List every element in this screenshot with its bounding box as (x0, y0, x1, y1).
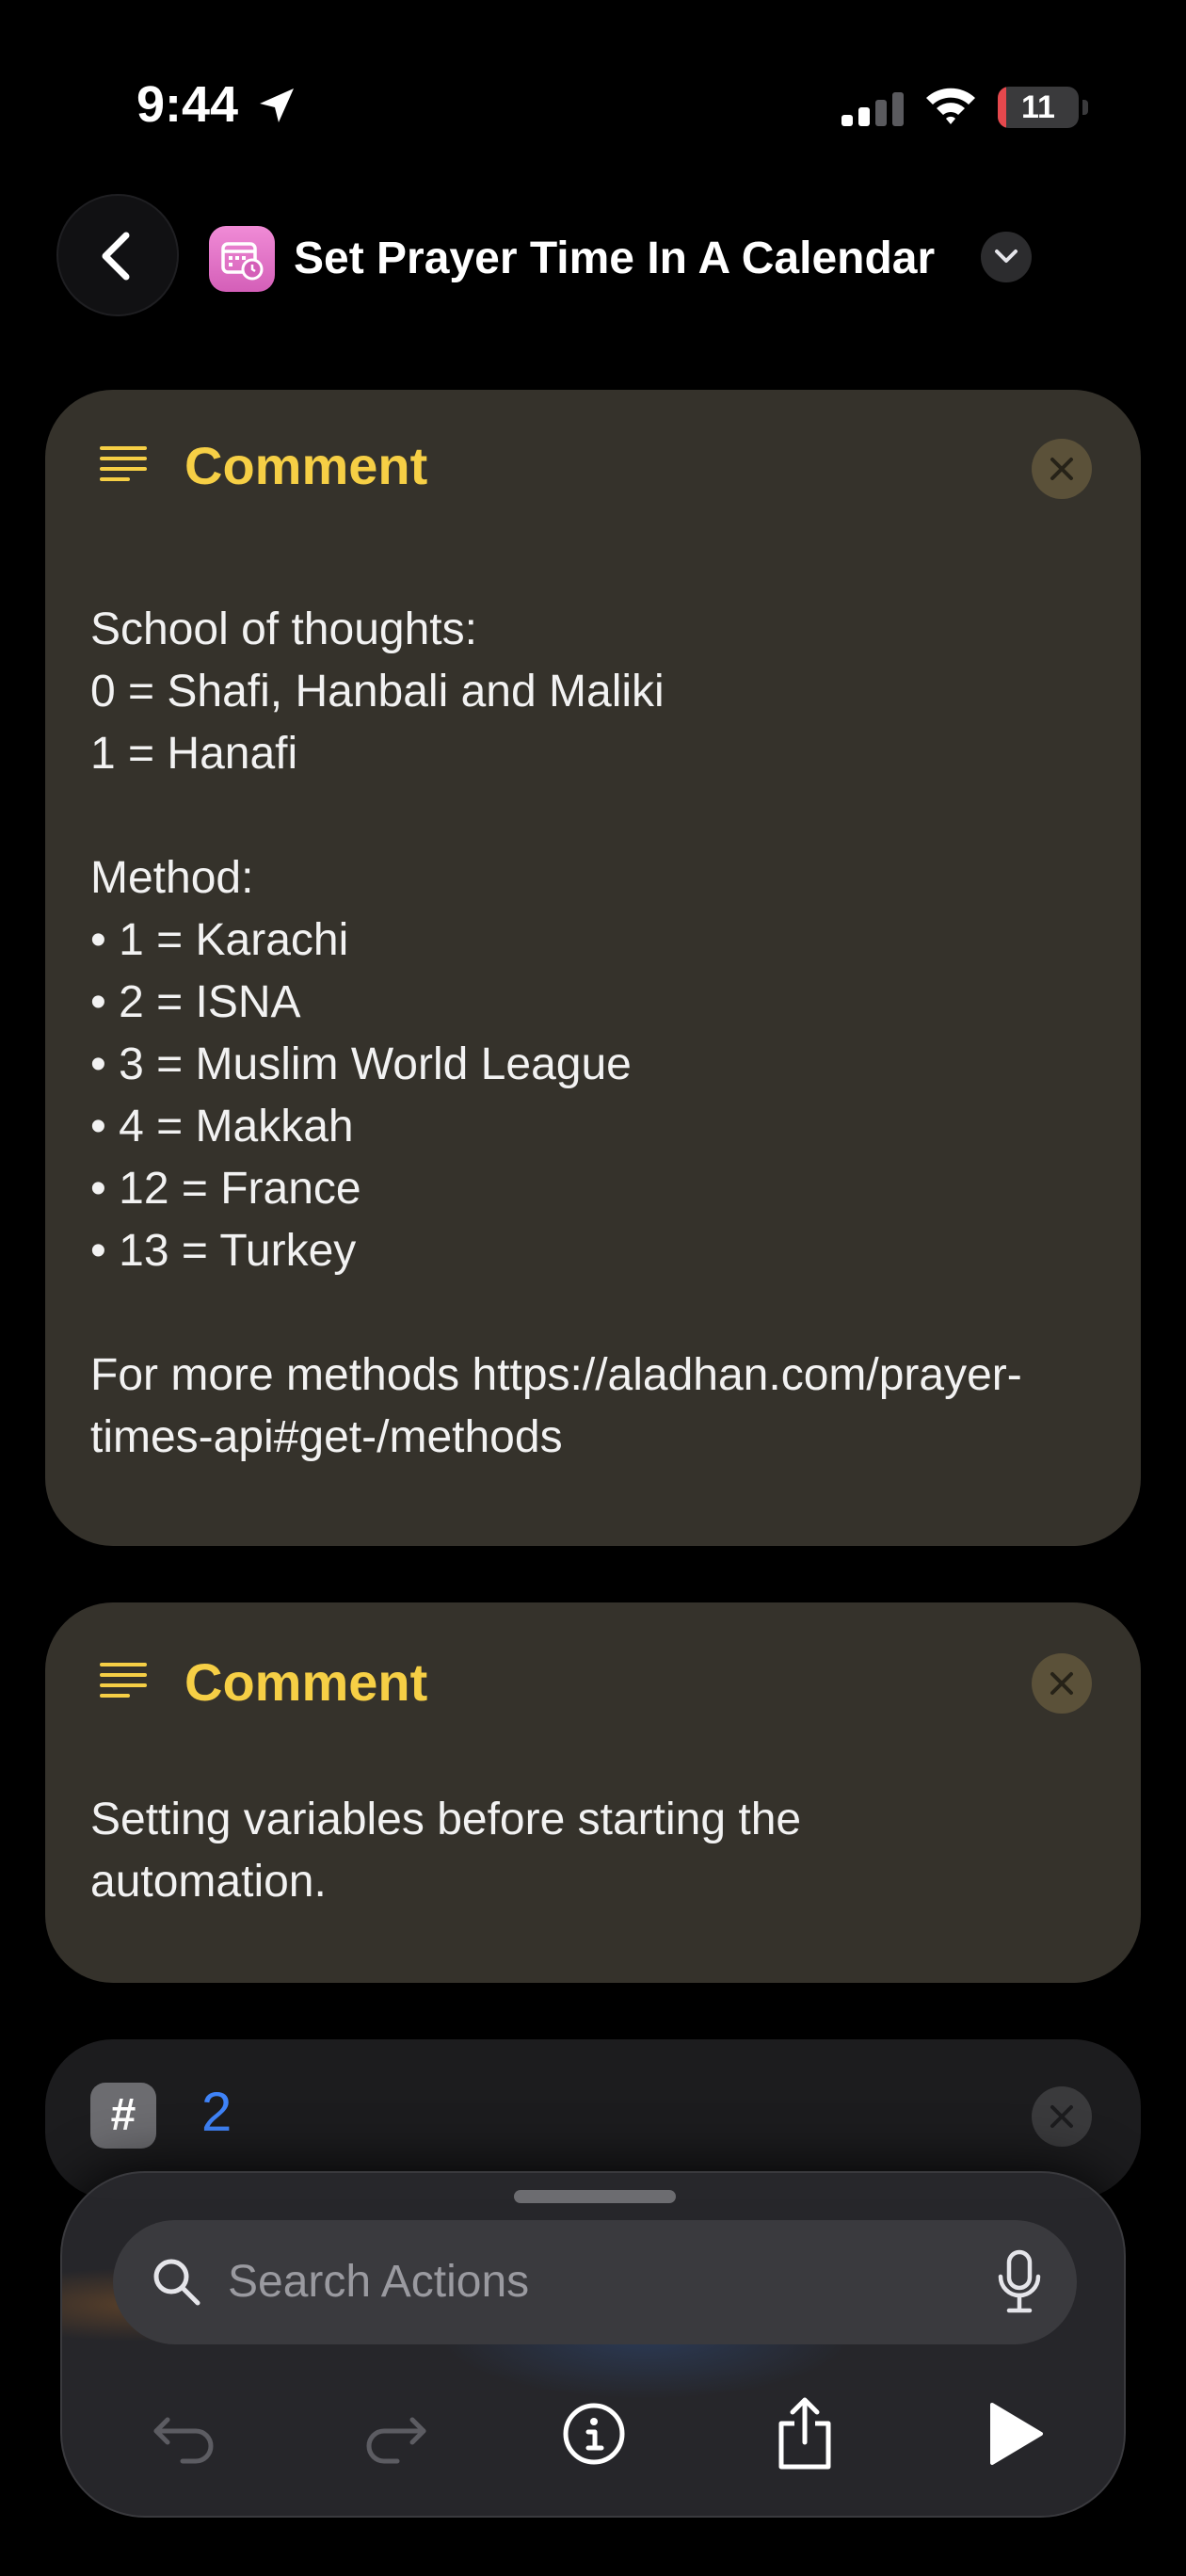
search-actions-field[interactable]: Search Actions (113, 2220, 1077, 2344)
close-icon (1050, 458, 1073, 480)
text-lines-icon (100, 1663, 147, 1698)
text-line: School of thoughts: (90, 604, 477, 654)
calendar-clock-icon (221, 242, 264, 281)
text-line: • 1 = Karachi (90, 915, 349, 965)
status-time: 9:44 (136, 76, 239, 133)
status-bar: 9:44 11 (0, 0, 1186, 217)
battery-indicator: 11 (998, 87, 1088, 128)
comment-action-card[interactable]: Comment Setting variables before startin… (45, 1602, 1141, 1983)
info-button[interactable] (552, 2391, 636, 2476)
share-button[interactable] (762, 2391, 847, 2476)
text-line: Method: (90, 853, 254, 903)
actions-bottom-sheet: Search Actions (60, 2171, 1126, 2518)
shortcut-editor: 9:44 11 Set Prayer Time In A Calendar Co… (0, 0, 1186, 2576)
text-line: For more methods https://aladhan.com/pra… (90, 1350, 1022, 1400)
close-icon (1050, 1672, 1073, 1695)
redo-icon (366, 2417, 426, 2464)
comment-text[interactable]: School of thoughts: 0 = Shafi, Hanbali a… (90, 599, 1022, 1469)
number-value[interactable]: 2 (201, 2081, 232, 2144)
text-line: • 2 = ISNA (90, 977, 301, 1027)
remove-action-button[interactable] (1032, 1653, 1092, 1714)
text-line: Setting variables before starting the (90, 1795, 802, 1844)
comment-action-card[interactable]: Comment School of thoughts: 0 = Shafi, H… (45, 390, 1141, 1546)
redo-button[interactable] (350, 2391, 435, 2476)
card-title: Comment (184, 1652, 428, 1712)
search-icon (153, 2259, 200, 2306)
text-line: • 12 = France (90, 1164, 361, 1214)
back-button[interactable] (56, 194, 179, 316)
text-line: • 4 = Makkah (90, 1102, 354, 1151)
shortcut-title[interactable]: Set Prayer Time In A Calendar (294, 226, 935, 292)
wifi-icon (926, 88, 975, 124)
share-icon (778, 2397, 831, 2470)
microphone-icon[interactable] (996, 2248, 1043, 2316)
number-hash-icon: # (90, 2083, 156, 2149)
cellular-signal-icon (841, 92, 904, 126)
sheet-grabber[interactable] (514, 2190, 676, 2203)
undo-button[interactable] (145, 2391, 230, 2476)
text-line: automation. (90, 1857, 327, 1907)
run-shortcut-button[interactable] (971, 2391, 1056, 2476)
search-placeholder: Search Actions (228, 2257, 530, 2307)
card-title: Comment (184, 436, 428, 495)
comment-text[interactable]: Setting variables before starting the au… (90, 1789, 801, 1913)
chevron-down-icon (995, 250, 1018, 263)
shortcut-app-icon[interactable] (209, 226, 275, 292)
info-icon (563, 2403, 625, 2465)
text-line: 0 = Shafi, Hanbali and Maliki (90, 667, 665, 716)
remove-action-button[interactable] (1032, 439, 1092, 499)
close-icon (1050, 2105, 1073, 2128)
text-line: times-api#get-/methods (90, 1412, 563, 1462)
title-menu-button[interactable] (981, 232, 1032, 282)
text-line: • 3 = Muslim World League (90, 1039, 632, 1089)
text-line: 1 = Hanafi (90, 729, 298, 779)
battery-percentage: 11 (1021, 89, 1055, 125)
undo-icon (153, 2417, 214, 2464)
chevron-left-icon (102, 232, 130, 281)
location-arrow-icon (260, 89, 294, 122)
text-line: • 13 = Turkey (90, 1226, 357, 1276)
text-lines-icon (100, 446, 147, 481)
remove-action-button[interactable] (1032, 2086, 1092, 2147)
play-icon (990, 2403, 1043, 2465)
